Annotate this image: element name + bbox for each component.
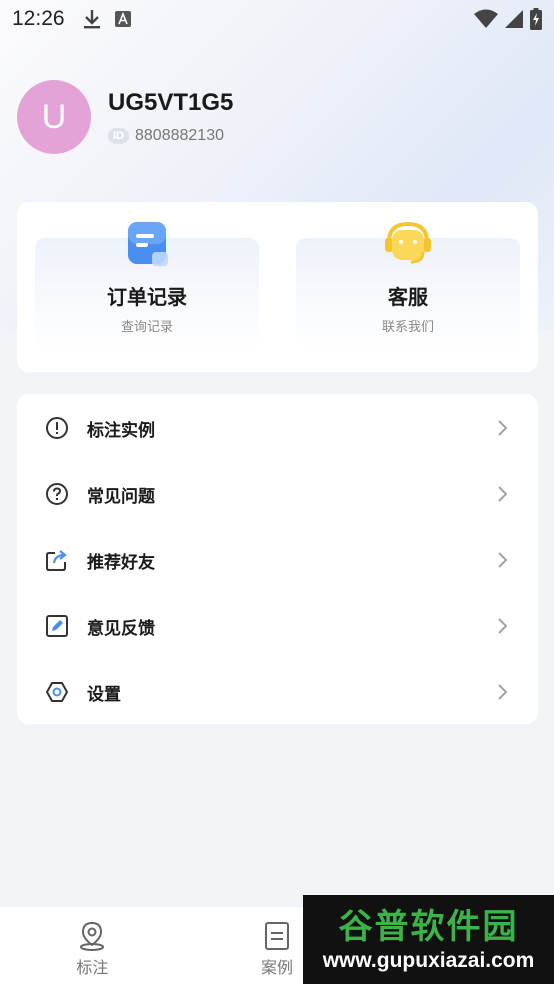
tab-label: 标注	[76, 958, 109, 977]
menu-item-feedback[interactable]: 意见反馈	[17, 593, 538, 659]
user-id: 8808882130	[135, 127, 224, 144]
menu-item-settings[interactable]: 设置	[17, 659, 538, 725]
chevron-right-icon	[498, 486, 508, 502]
wifi-icon	[474, 9, 498, 28]
order-record-subtitle: 查询记录	[120, 320, 173, 335]
menu-label: 设置	[87, 684, 121, 705]
text-notification-icon	[114, 11, 131, 27]
watermark-title: 谷普软件园	[338, 906, 519, 947]
battery-icon	[530, 8, 542, 30]
menu-item-annotation-examples[interactable]: 标注实例	[17, 395, 538, 461]
watermark-logo: 谷普软件园 www.gupuxiazai.com	[303, 895, 554, 984]
question-circle-icon	[46, 483, 68, 505]
menu-item-faq[interactable]: 常见问题	[17, 461, 538, 527]
location-pin-icon	[80, 921, 105, 951]
menu-label: 意见反馈	[87, 618, 155, 639]
chevron-right-icon	[498, 684, 508, 700]
chevron-right-icon	[498, 552, 508, 568]
customer-service-subtitle: 联系我们	[381, 320, 434, 335]
avatar[interactable]: U	[17, 80, 91, 154]
menu-item-recommend-friends[interactable]: 推荐好友	[17, 527, 538, 593]
customer-service-title: 客服	[388, 285, 428, 309]
menu-label: 标注实例	[87, 420, 155, 441]
profile-header: U UG5VT1G5 ID 8808882130	[17, 80, 233, 154]
menu-label: 推荐好友	[87, 552, 155, 573]
settings-hexagon-icon	[45, 682, 69, 702]
tab-annotate[interactable]: 标注	[0, 907, 185, 984]
edit-icon	[46, 615, 68, 637]
chevron-right-icon	[498, 420, 508, 436]
document-icon	[265, 922, 289, 950]
avatar-letter: U	[41, 97, 67, 136]
signal-icon	[505, 10, 523, 28]
status-time: 12:26	[12, 7, 65, 30]
order-record-title: 订单记录	[107, 285, 187, 309]
download-icon	[83, 10, 100, 29]
status-bar: 12:26	[0, 0, 554, 38]
watermark-url: www.gupuxiazai.com	[322, 948, 535, 972]
id-badge: ID	[108, 128, 129, 144]
share-icon	[46, 550, 67, 571]
menu-list: 标注实例 常见问题 推荐好友 意见反馈 设置	[17, 394, 538, 724]
customer-service-icon	[385, 221, 431, 264]
menu-label: 常见问题	[87, 486, 155, 507]
customer-service-button[interactable]: 客服 联系我们	[296, 221, 520, 350]
info-circle-icon	[46, 417, 68, 439]
chevron-right-icon	[498, 618, 508, 634]
order-record-icon	[128, 222, 168, 266]
quick-actions-card: 订单记录 查询记录 客服 联系我们	[17, 202, 538, 372]
username: UG5VT1G5	[108, 89, 234, 116]
order-record-button[interactable]: 订单记录 查询记录	[35, 222, 259, 350]
